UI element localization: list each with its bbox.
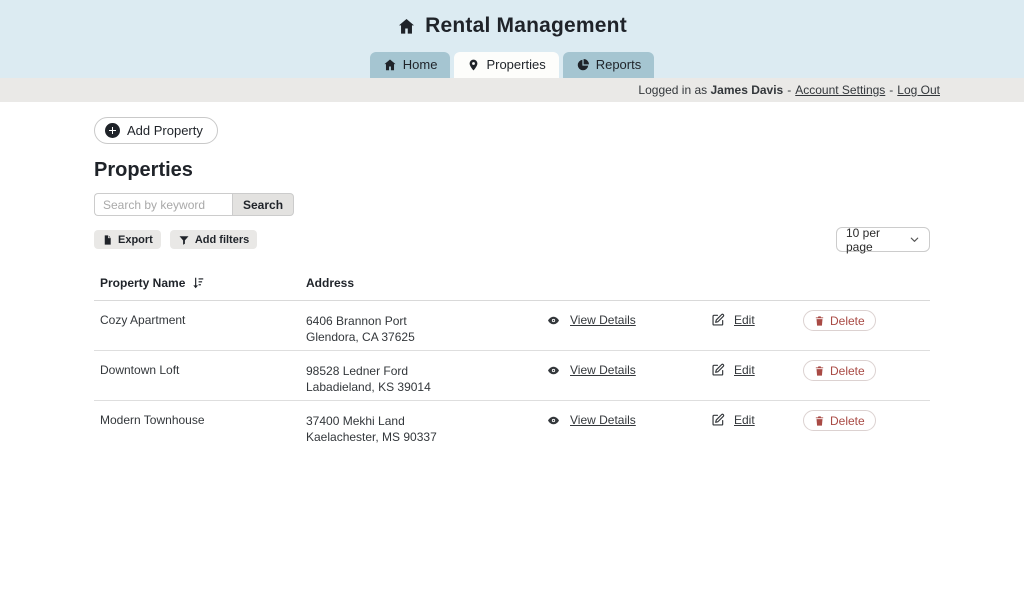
edit-link[interactable]: Edit bbox=[734, 363, 755, 377]
app-title: Rental Management bbox=[425, 14, 627, 38]
edit-action[interactable]: Edit bbox=[711, 313, 803, 327]
logged-in-prefix: Logged in as bbox=[638, 83, 707, 97]
property-name: Modern Townhouse bbox=[100, 413, 306, 427]
add-filters-label: Add filters bbox=[195, 234, 249, 246]
table-header-row: Property Name Address bbox=[94, 270, 930, 301]
delete-button[interactable]: Delete bbox=[803, 310, 876, 331]
tab-label: Home bbox=[403, 57, 438, 72]
export-button[interactable]: Export bbox=[94, 230, 161, 249]
edit-action[interactable]: Edit bbox=[711, 363, 803, 377]
search-input[interactable] bbox=[94, 193, 232, 216]
delete-label: Delete bbox=[830, 364, 865, 378]
nav-tabs: Home Properties Reports bbox=[0, 52, 1024, 78]
username: James Davis bbox=[711, 83, 784, 97]
view-details-action[interactable]: View Details bbox=[546, 363, 711, 377]
separator: - bbox=[889, 83, 893, 97]
table-row: Downtown Loft 98528 Ledner Ford Labadiel… bbox=[94, 351, 930, 401]
edit-action[interactable]: Edit bbox=[711, 413, 803, 427]
separator: - bbox=[787, 83, 791, 97]
properties-table: Property Name Address Cozy Apartment 640… bbox=[94, 270, 930, 451]
plus-circle-icon bbox=[105, 123, 120, 138]
tab-reports[interactable]: Reports bbox=[563, 52, 655, 78]
main-content: Add Property Properties Search Export Ad… bbox=[0, 102, 1024, 451]
page-title: Properties bbox=[94, 159, 930, 182]
account-settings-link[interactable]: Account Settings bbox=[795, 83, 885, 97]
add-property-button[interactable]: Add Property bbox=[94, 117, 218, 144]
edit-link[interactable]: Edit bbox=[734, 413, 755, 427]
view-details-link[interactable]: View Details bbox=[570, 313, 636, 327]
view-details-action[interactable]: View Details bbox=[546, 313, 711, 327]
edit-icon bbox=[711, 363, 725, 377]
table-row: Modern Townhouse 37400 Mekhi Land Kaelac… bbox=[94, 401, 930, 451]
view-details-link[interactable]: View Details bbox=[570, 413, 636, 427]
chevron-down-icon bbox=[909, 234, 920, 245]
eye-icon bbox=[546, 414, 561, 427]
add-property-label: Add Property bbox=[127, 123, 203, 138]
edit-icon bbox=[711, 313, 725, 327]
sort-icon bbox=[191, 276, 205, 290]
delete-label: Delete bbox=[830, 314, 865, 328]
property-address: 98528 Ledner Ford Labadieland, KS 39014 bbox=[306, 363, 546, 395]
user-bar: Logged in as James Davis - Account Setti… bbox=[0, 78, 1024, 102]
app-title-row: Rental Management bbox=[0, 0, 1024, 38]
log-out-link[interactable]: Log Out bbox=[897, 83, 940, 97]
tab-home[interactable]: Home bbox=[370, 52, 451, 78]
delete-label: Delete bbox=[830, 414, 865, 428]
trash-icon bbox=[814, 365, 825, 377]
trash-icon bbox=[814, 415, 825, 427]
per-page-select[interactable]: 10 per page bbox=[836, 227, 930, 252]
property-name: Downtown Loft bbox=[100, 363, 306, 377]
column-header-address: Address bbox=[306, 276, 546, 290]
view-details-action[interactable]: View Details bbox=[546, 413, 711, 427]
house-icon bbox=[397, 17, 416, 36]
toolbar-row: Export Add filters 10 per page bbox=[94, 227, 930, 252]
small-buttons: Export Add filters bbox=[94, 230, 257, 249]
house-icon bbox=[383, 58, 397, 72]
file-icon bbox=[102, 234, 113, 246]
filter-icon bbox=[178, 234, 190, 246]
delete-button[interactable]: Delete bbox=[803, 410, 876, 431]
tab-label: Reports bbox=[596, 57, 642, 72]
trash-icon bbox=[814, 315, 825, 327]
property-name: Cozy Apartment bbox=[100, 313, 306, 327]
app-header: Rental Management Home Properties Report… bbox=[0, 0, 1024, 78]
delete-button[interactable]: Delete bbox=[803, 360, 876, 381]
per-page-value: 10 per page bbox=[846, 226, 909, 254]
eye-icon bbox=[546, 364, 561, 377]
property-address: 37400 Mekhi Land Kaelachester, MS 90337 bbox=[306, 413, 546, 445]
pie-chart-icon bbox=[576, 58, 590, 72]
column-header-property-name[interactable]: Property Name bbox=[100, 276, 306, 290]
edit-link[interactable]: Edit bbox=[734, 313, 755, 327]
eye-icon bbox=[546, 314, 561, 327]
search-button[interactable]: Search bbox=[232, 193, 294, 216]
tab-label: Properties bbox=[486, 57, 545, 72]
export-label: Export bbox=[118, 234, 153, 246]
add-filters-button[interactable]: Add filters bbox=[170, 230, 257, 249]
view-details-link[interactable]: View Details bbox=[570, 363, 636, 377]
map-pin-icon bbox=[467, 58, 480, 72]
search-group: Search bbox=[94, 193, 930, 216]
table-row: Cozy Apartment 6406 Brannon Port Glendor… bbox=[94, 301, 930, 351]
edit-icon bbox=[711, 413, 725, 427]
tab-properties[interactable]: Properties bbox=[454, 52, 558, 78]
property-address: 6406 Brannon Port Glendora, CA 37625 bbox=[306, 313, 546, 345]
